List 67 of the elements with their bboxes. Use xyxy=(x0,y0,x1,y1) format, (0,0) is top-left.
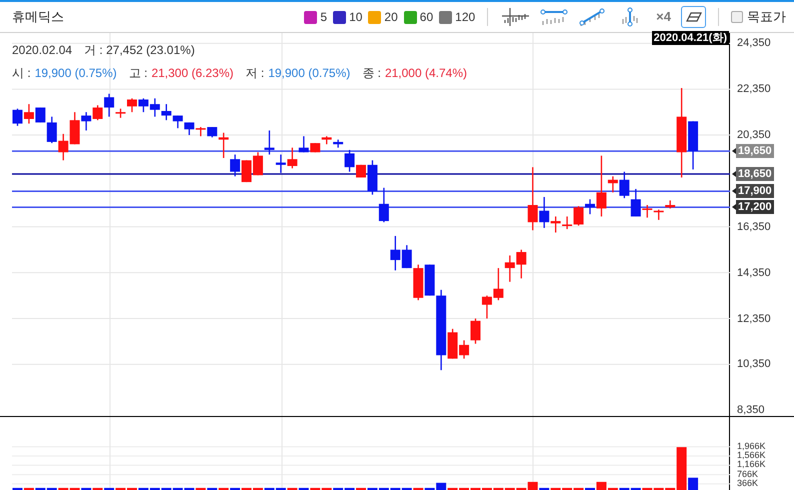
candle xyxy=(665,200,676,208)
price-value: 21,300 (6.23%) xyxy=(151,65,234,82)
candle xyxy=(333,140,344,148)
candle xyxy=(470,318,480,344)
price-axis-label: 10,350 xyxy=(737,358,771,370)
candle xyxy=(172,116,183,128)
candle xyxy=(184,122,194,136)
legend-label: 20 xyxy=(384,9,398,26)
zoom-button[interactable]: ×4 xyxy=(652,6,675,28)
trend-line-icon xyxy=(577,7,608,27)
candle xyxy=(24,104,34,124)
candle xyxy=(287,148,298,168)
price-axis-label: 8,350 xyxy=(737,404,765,416)
target-price-checkbox[interactable] xyxy=(731,11,743,23)
volume-axis-label: 1,966K xyxy=(737,442,766,451)
price-label: 종 : xyxy=(362,65,381,82)
price-line-label: 18,650 xyxy=(736,167,774,182)
candle xyxy=(150,98,160,117)
price-axis-label: 24,350 xyxy=(737,37,771,50)
crosshair-icon xyxy=(501,7,532,27)
candle xyxy=(482,296,492,319)
legend-label: 5 xyxy=(320,9,328,26)
candle xyxy=(516,250,526,278)
price-line-label: 17,900 xyxy=(736,184,774,198)
price-label: 시 : xyxy=(12,65,31,82)
price-axis-label: 20,350 xyxy=(737,129,771,142)
price-line-label: 17,200 xyxy=(736,200,774,214)
price-axis-label: 12,350 xyxy=(737,312,771,325)
info-volume: 거 : 27,452 (23.01%) xyxy=(84,42,195,59)
volume-axis-label: 1,166K xyxy=(737,460,766,470)
price-axis-label: 14,350 xyxy=(737,266,771,279)
candle xyxy=(654,210,664,220)
candle xyxy=(264,130,274,155)
candle xyxy=(322,136,332,144)
candle xyxy=(242,160,252,182)
eraser-icon xyxy=(686,11,702,23)
price-axis-label: 16,350 xyxy=(737,220,771,233)
price-line-label: 19,650 xyxy=(736,144,774,158)
volume-axis-label: 1,566K xyxy=(737,451,766,460)
horizontal-line-icon xyxy=(539,7,570,27)
crosshair-date-label: 2020.04.21(화) xyxy=(652,31,729,45)
price-label: 저 : xyxy=(246,65,264,82)
candle xyxy=(230,154,240,176)
candle xyxy=(493,268,504,300)
candle xyxy=(138,98,148,112)
legend-label: 10 xyxy=(349,9,362,26)
legend-label: 60 xyxy=(420,9,434,26)
volume-axis-label: 366K xyxy=(737,478,758,488)
candle xyxy=(12,108,22,126)
price-label: 고 : xyxy=(128,65,148,82)
legend-label: 120 xyxy=(455,9,476,26)
price-value: 19,900 (0.75%) xyxy=(34,65,117,82)
info-date: 2020.02.04 xyxy=(12,42,72,59)
candle xyxy=(252,152,263,176)
stock-title: 휴메딕스 xyxy=(12,8,64,26)
candle xyxy=(58,134,68,160)
price-value: 21,000 (4.74%) xyxy=(384,65,467,82)
price-value: 19,900 (0.75%) xyxy=(268,65,350,82)
eraser-button[interactable] xyxy=(681,6,706,28)
candle xyxy=(378,188,389,222)
target-price-label: 목표가 xyxy=(747,8,786,26)
candle xyxy=(276,154,286,173)
candle xyxy=(504,255,515,282)
candle xyxy=(196,127,206,136)
candle xyxy=(161,104,172,120)
volume-axis-label: 766K xyxy=(737,470,758,479)
price-axis-label: 22,350 xyxy=(737,83,771,96)
